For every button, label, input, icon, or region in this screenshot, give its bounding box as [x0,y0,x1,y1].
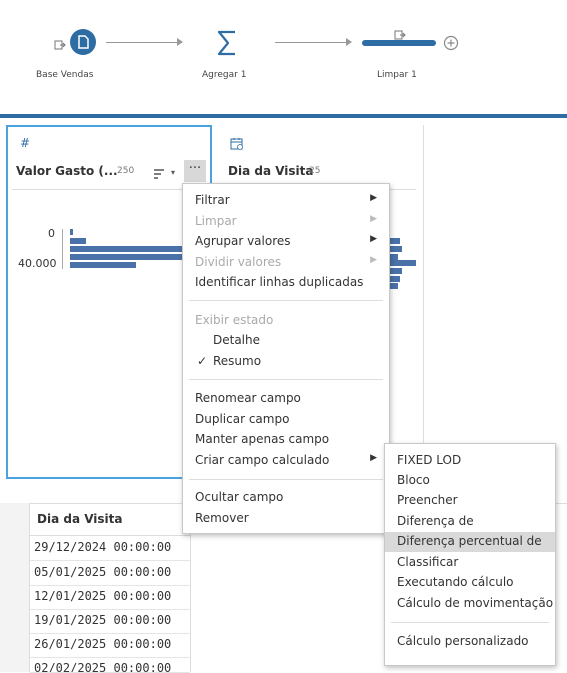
context-menu: Filtrar ▶ Limpar ▶ Agrupar valores ▶ Dividi… [182,183,390,534]
menu-item-limpar: Limpar ▶ [195,214,377,228]
submenu-item-bloco[interactable]: Bloco [385,471,555,491]
chevron-right-icon: ▶ [370,193,377,203]
menu-separator [391,622,549,623]
flow-arrow-icon [177,38,183,46]
histogram-bar[interactable] [70,254,182,260]
flow-node-limpar[interactable] [362,40,436,46]
axis-label-min: 0 [48,227,55,240]
table-row[interactable]: 19/01/2025 00:00:00 [30,609,190,634]
flow-connector [275,42,347,43]
flow-step-label: Base Vendas [36,70,94,80]
sort-icon[interactable] [153,165,165,179]
table-row[interactable]: 02/02/2025 00:00:00 [30,657,190,673]
submenu-item-fixed-lod[interactable]: FIXED LOD [385,451,555,471]
chevron-right-icon: ▶ [370,255,377,265]
more-options-button[interactable]: ··· [184,160,206,182]
menu-item-resumo[interactable]: ✓ Resumo [183,352,389,372]
menu-item-manter-apenas-campo[interactable]: Manter apenas campo [183,430,389,450]
flow-step-label: Limpar 1 [377,70,417,80]
menu-item-criar-campo-calculado[interactable]: Criar campo calculado ▶ [183,451,389,471]
file-icon [78,35,89,49]
submenu-item-personalizado[interactable]: Cálculo personalizado [385,632,555,652]
menu-item-renomear-campo[interactable]: Renomear campo [183,389,389,409]
menu-section-exibir-estado: Exibir estado [195,313,274,327]
table-cell: 02/02/2025 00:00:00 [34,661,172,673]
check-icon: ✓ [197,354,208,368]
chevron-down-icon[interactable]: ▾ [171,168,175,177]
flow-node-base-vendas[interactable] [70,29,96,55]
calendar-icon [230,136,244,150]
menu-item-detalhe[interactable]: Detalhe [183,331,389,351]
table-cell: 12/01/2025 00:00:00 [34,589,172,603]
menu-separator [189,379,383,380]
calculated-field-submenu: FIXED LOD Bloco Preencher Diferença de D… [384,443,556,666]
sigma-icon[interactable] [213,28,241,58]
menu-item-agrupar-valores[interactable]: Agrupar valores ▶ [183,232,389,252]
menu-item-ocultar-campo[interactable]: Ocultar campo [183,488,389,508]
histogram-bar[interactable] [390,268,402,274]
table-cell: 26/01/2025 00:00:00 [34,637,172,651]
input-file-icon [54,36,66,50]
table-cell: 05/01/2025 00:00:00 [34,565,172,579]
hash-icon: # [20,136,31,150]
flow-connector [106,42,178,43]
chevron-right-icon: ▶ [370,453,377,463]
menu-separator [189,300,383,301]
column-header-dia-da-visita[interactable]: Dia da Visita [30,503,190,536]
table-cell: 19/01/2025 00:00:00 [34,613,172,627]
clean-step-icon [394,26,406,40]
histogram-bar[interactable] [70,238,86,244]
table-row[interactable]: 26/01/2025 00:00:00 [30,633,190,658]
field-name[interactable]: Valor Gasto (... [16,164,118,178]
menu-item-filtrar[interactable]: Filtrar ▶ [183,191,389,211]
submenu-item-classificar[interactable]: Classificar [385,553,555,573]
column-header-label: Dia da Visita [37,512,123,526]
field-name[interactable]: Dia da Visita [228,164,314,178]
table-cell: 29/12/2024 00:00:00 [34,540,172,554]
submenu-item-diferenca[interactable]: Diferença de [385,512,555,532]
table-row[interactable]: 12/01/2025 00:00:00 [30,585,190,610]
menu-item-dividir-valores: Dividir valores ▶ [195,255,377,269]
chevron-right-icon: ▶ [370,214,377,224]
axis-label-max: 40.000 [18,257,57,270]
menu-item-duplicar-campo[interactable]: Duplicar campo [183,410,389,430]
axis-tick [62,229,69,269]
histogram-bar[interactable] [70,262,136,268]
row-header-column [0,503,30,672]
table-row[interactable]: 05/01/2025 00:00:00 [30,561,190,586]
distinct-count: 250 [117,166,135,176]
histogram-bar[interactable] [70,246,186,252]
histogram-bar[interactable] [390,246,402,252]
flow-step-label: Agregar 1 [202,70,247,80]
card-divider [12,189,206,190]
histogram-bar[interactable] [390,276,400,282]
flow-pane [0,0,567,114]
histogram-bar[interactable] [390,238,400,244]
submenu-item-movimentacao[interactable]: Cálculo de movimentação [385,594,555,614]
submenu-item-diferenca-percentual[interactable]: Diferença percentual de [385,532,555,552]
menu-separator [189,479,383,480]
histogram-bar[interactable] [70,229,73,235]
plus-circle-icon[interactable] [443,35,459,51]
flow-arrow-icon [346,38,352,46]
histogram-bar[interactable] [390,283,398,289]
chevron-right-icon: ▶ [370,234,377,244]
submenu-item-preencher[interactable]: Preencher [385,491,555,511]
table-row[interactable]: 29/12/2024 00:00:00 [30,536,190,561]
menu-item-identificar-duplicadas[interactable]: Identificar linhas duplicadas [183,273,389,293]
distinct-count: 25 [309,166,321,176]
menu-item-remover[interactable]: Remover [183,509,389,529]
submenu-item-executando-calculo[interactable]: Executando cálculo [385,573,555,593]
histogram-bar[interactable] [390,260,416,266]
